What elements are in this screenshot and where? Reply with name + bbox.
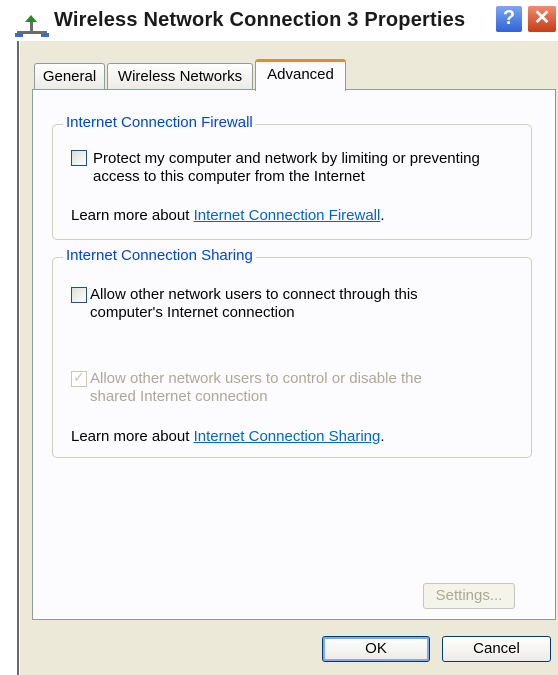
protect-computer-label: Protect my computer and network by limit… bbox=[93, 150, 480, 185]
close-button[interactable]: ✕ bbox=[526, 4, 558, 34]
sharing-learn-more-link[interactable]: Internet Connection Sharing bbox=[194, 428, 381, 445]
ok-button[interactable]: OK bbox=[322, 636, 430, 662]
close-icon: ✕ bbox=[533, 7, 551, 29]
tab-advanced[interactable]: Advanced bbox=[255, 59, 346, 91]
protect-computer-checkbox[interactable] bbox=[71, 150, 87, 166]
settings-button[interactable]: Settings... bbox=[423, 583, 515, 609]
title-bar[interactable]: Wireless Network Connection 3 Properties… bbox=[0, 0, 558, 41]
allow-connect-label: Allow other network users to connect thr… bbox=[90, 286, 418, 321]
allow-control-label: Allow other network users to control or … bbox=[90, 370, 422, 405]
tab-general[interactable]: General bbox=[34, 63, 105, 89]
allow-control-checkbox[interactable]: ✓ bbox=[71, 369, 87, 387]
window-title: Wireless Network Connection 3 Properties bbox=[54, 9, 466, 31]
help-icon: ? bbox=[502, 7, 516, 29]
sharing-learn-more: Learn more about Internet Connection Sha… bbox=[71, 428, 385, 445]
checkmark-icon: ✓ bbox=[73, 369, 85, 385]
cancel-button[interactable]: Cancel bbox=[442, 636, 551, 662]
firewall-learn-more: Learn more about Internet Connection Fir… bbox=[71, 207, 385, 224]
firewall-learn-more-link[interactable]: Internet Connection Firewall bbox=[194, 207, 381, 224]
window-left-frame bbox=[0, 41, 20, 675]
tab-wireless-networks[interactable]: Wireless Networks bbox=[107, 63, 253, 89]
firewall-group-title: Internet Connection Firewall bbox=[63, 114, 256, 131]
sharing-group-title: Internet Connection Sharing bbox=[63, 247, 256, 264]
allow-connect-checkbox[interactable] bbox=[71, 287, 87, 303]
help-button[interactable]: ? bbox=[494, 4, 524, 34]
network-connection-icon bbox=[15, 15, 49, 37]
properties-dialog: Wireless Network Connection 3 Properties… bbox=[0, 0, 558, 675]
